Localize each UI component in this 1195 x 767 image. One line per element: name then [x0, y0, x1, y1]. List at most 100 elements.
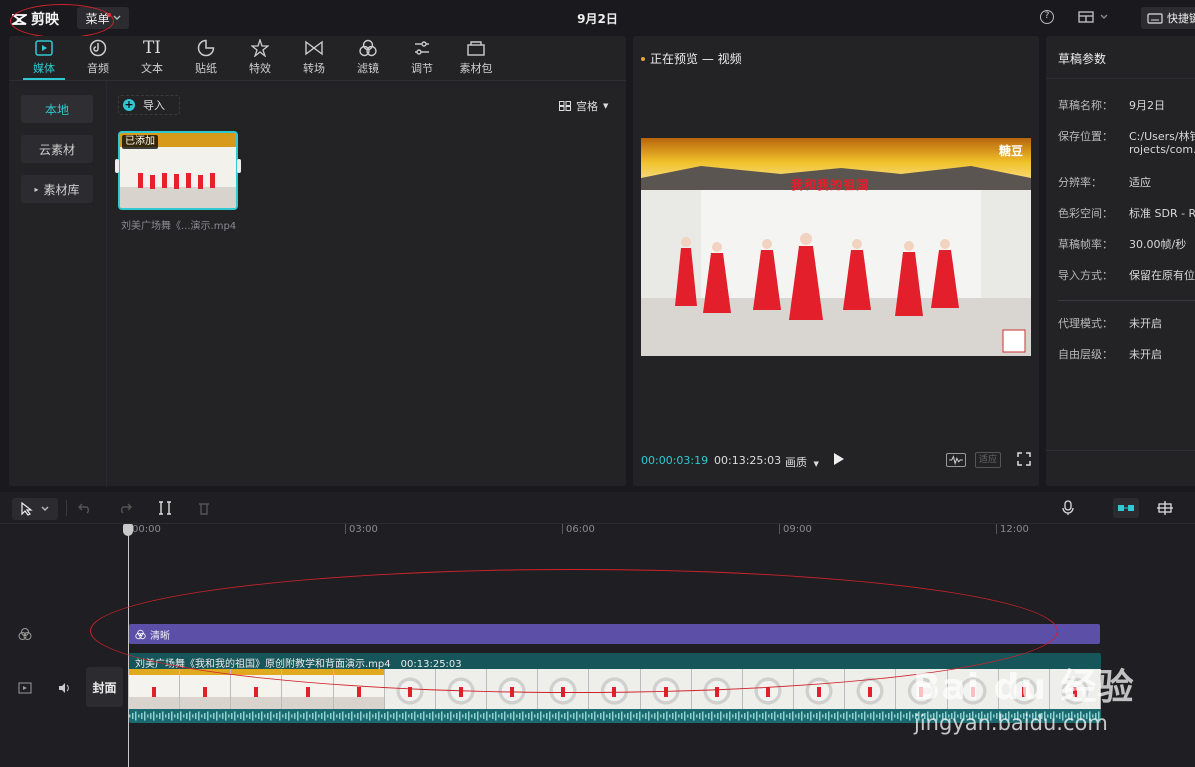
delete-icon[interactable]: [198, 501, 210, 515]
undo-icon[interactable]: [78, 502, 92, 514]
divider: [106, 81, 107, 487]
video-frame-image: [641, 138, 1031, 356]
added-badge: 已添加: [122, 135, 158, 149]
divider: [1046, 450, 1195, 451]
text-icon: TI: [142, 38, 162, 58]
tool-label: 文本: [141, 62, 163, 75]
help-icon[interactable]: ?: [1040, 10, 1054, 24]
media-body: 本地 云素材 ▸ 素材库 + 导入 宫格 ▼ 已添加 刘美广场舞《...演示.m…: [9, 80, 626, 487]
tool-filter[interactable]: 滤镜: [341, 36, 395, 80]
ruler-label: 12:00: [1000, 524, 1029, 535]
audio-icon: [89, 39, 107, 57]
ruler-tick: [996, 524, 997, 534]
tool-label: 媒体: [33, 62, 55, 75]
tool-label: 转场: [303, 62, 325, 75]
playhead-handle[interactable]: [123, 524, 133, 536]
tool-sticker[interactable]: 贴纸: [179, 36, 233, 80]
select-tool-button[interactable]: [12, 498, 58, 520]
tool-effects[interactable]: 特效: [233, 36, 287, 80]
sticker-icon: [197, 39, 215, 57]
redo-icon[interactable]: [118, 502, 132, 514]
param-label: 草稿名称：: [1058, 99, 1113, 112]
asset-toolbar: 媒体 音频 TI 文本 贴纸 特效 转场 滤镜 调节 素材包: [9, 36, 626, 80]
ruler-label: 03:00: [349, 524, 378, 535]
param-label: 草稿帧率：: [1058, 238, 1113, 251]
side-cloud[interactable]: 云素材: [21, 135, 93, 163]
watermark-url: jingyan.baidu.com: [914, 711, 1108, 735]
ruler-label: 06:00: [566, 524, 595, 535]
dancer-figure: [152, 687, 157, 697]
video-lane-icon: [18, 682, 32, 694]
plus-icon: +: [123, 98, 135, 111]
param-label: 代理模式：: [1058, 317, 1113, 330]
tool-adjust[interactable]: 调节: [395, 36, 449, 80]
magnet-toggle[interactable]: [1113, 498, 1139, 518]
clip-left-handle[interactable]: [115, 159, 119, 173]
divider: [1046, 78, 1195, 79]
tool-text[interactable]: TI 文本: [125, 36, 179, 80]
divider: [1058, 300, 1195, 301]
filter-lane-icon: [18, 628, 32, 640]
layout-icon: [1078, 11, 1094, 23]
quality-button[interactable]: 画质 ▼: [785, 454, 819, 470]
timeline-toolbar: [0, 492, 1195, 524]
volume-icon[interactable]: [57, 681, 71, 695]
clip-filename: 刘美广场舞《...演示.mp4: [121, 221, 237, 232]
time-ruler[interactable]: 00:00 03:00 06:00 09:00 12:00: [128, 524, 1195, 546]
total-time: 00:13:25:03: [714, 454, 782, 467]
view-toggle[interactable]: 宫格 ▼: [559, 98, 608, 114]
import-button[interactable]: + 导入: [118, 95, 180, 115]
watermark-logo: Bai du 经验: [913, 667, 1135, 708]
side-library-label: 素材库: [43, 182, 80, 197]
tool-transition[interactable]: 转场: [287, 36, 341, 80]
layout-button[interactable]: [1078, 11, 1108, 23]
filter-icon: [359, 39, 377, 57]
document-title: 9月2日: [577, 12, 618, 26]
microphone-icon[interactable]: [1062, 500, 1074, 516]
dancer-figure: [305, 687, 310, 697]
dancer-figure: [203, 687, 208, 697]
tool-package[interactable]: 素材包: [449, 36, 503, 80]
chevron-down-icon: [41, 506, 49, 511]
fit-button[interactable]: 适应: [975, 452, 1001, 468]
side-library[interactable]: ▸ 素材库: [21, 175, 93, 203]
caret-right-icon: ▸: [34, 184, 39, 194]
tool-label: 贴纸: [195, 62, 217, 75]
current-time: 00:00:03:19: [641, 454, 709, 467]
param-value: 9月2日: [1129, 99, 1165, 112]
tool-label: 素材包: [459, 62, 493, 75]
tool-audio[interactable]: 音频: [71, 36, 125, 80]
adjust-icon: [415, 41, 429, 55]
tool-media[interactable]: 媒体: [17, 36, 71, 80]
tool-label: 调节: [411, 62, 433, 75]
draft-settings-panel: 草稿参数 草稿名称： 9月2日 保存位置： C:/Users/林钓 roject…: [1046, 36, 1195, 486]
side-local[interactable]: 本地: [21, 95, 93, 123]
ruler-tick: [779, 524, 780, 534]
tool-label: 特效: [249, 62, 271, 75]
param-value: 30.00帧/秒: [1129, 238, 1187, 251]
caret-down-icon: ▼: [813, 460, 819, 468]
param-value: rojects/com.: [1129, 143, 1195, 156]
split-icon[interactable]: [158, 501, 172, 515]
preview-axis-icon[interactable]: [1156, 500, 1174, 516]
param-value: C:/Users/林钓: [1129, 130, 1195, 143]
play-icon[interactable]: [831, 452, 845, 466]
video-preview[interactable]: 糖豆 我和我的祖国: [641, 138, 1031, 356]
media-icon: [35, 40, 53, 56]
effects-icon: [251, 39, 269, 57]
param-value: 适应: [1129, 176, 1151, 189]
fullscreen-icon[interactable]: [1017, 452, 1031, 466]
waveform-icon[interactable]: [946, 453, 966, 467]
media-clip-thumbnail[interactable]: 已添加: [118, 131, 238, 210]
keyboard-icon: [1147, 12, 1163, 24]
ruler-tick: [345, 524, 346, 534]
video-logo: 糖豆: [999, 144, 1024, 158]
cursor-icon: [21, 502, 33, 516]
shortcut-button[interactable]: 快捷键: [1141, 7, 1195, 29]
chevron-down-icon: [1100, 14, 1108, 19]
preview-title: 正在预览 — 视频: [641, 50, 742, 67]
draft-title: 草稿参数: [1058, 52, 1107, 66]
cover-button[interactable]: 封面: [86, 667, 123, 707]
dancer-figure: [765, 687, 770, 697]
clip-right-handle[interactable]: [237, 159, 241, 173]
